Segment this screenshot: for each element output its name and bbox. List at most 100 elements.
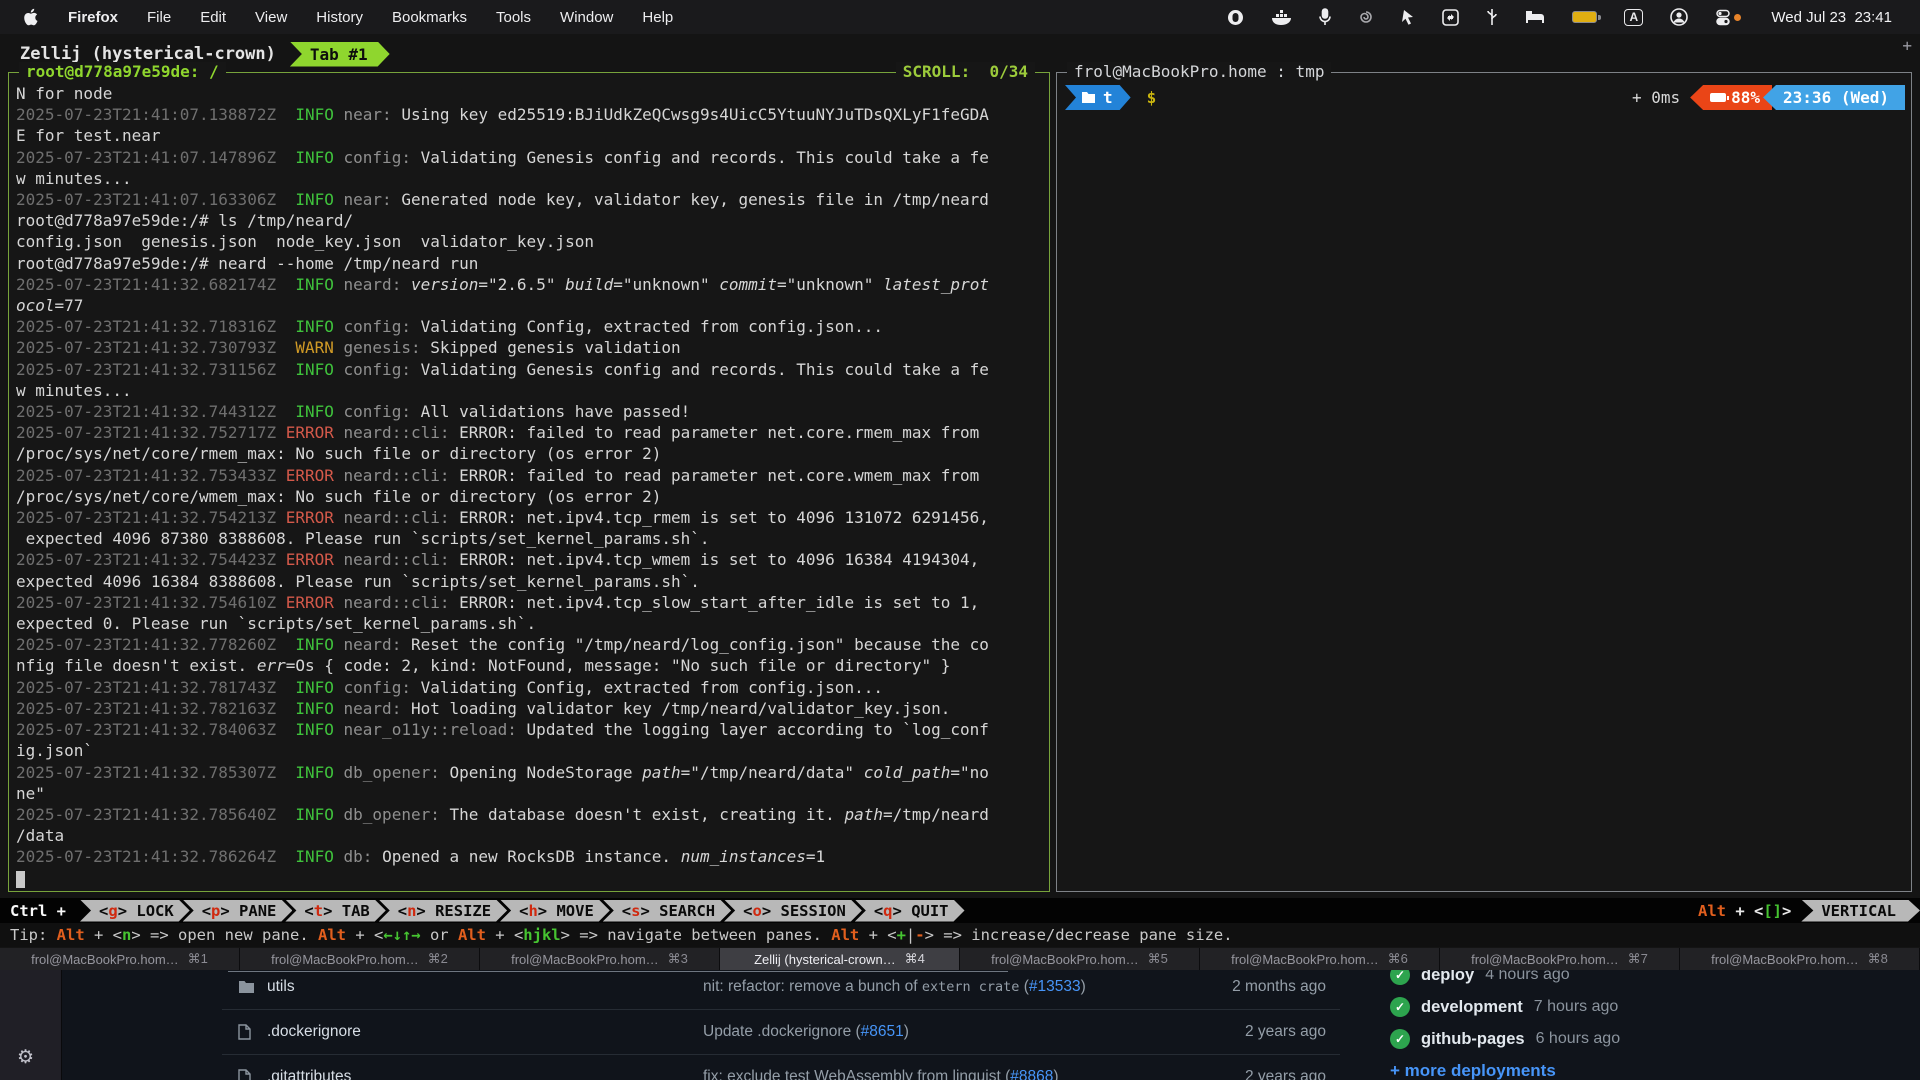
file-row-dockerignore[interactable]: .dockerignoreUpdate .dockerignore (#8651… [222, 1009, 1340, 1054]
terminal-tab-1[interactable]: frol@MacBookPro.hom…⌘1 [0, 948, 240, 970]
log-segment: INFO [295, 763, 334, 782]
log-segment: 2025-07-23T21:41:32.778260Z [16, 635, 295, 654]
log-segment: 2025-07-23T21:41:32.752717Z [16, 423, 286, 442]
file-icon [238, 1069, 255, 1080]
pr-link[interactable]: #8868 [1010, 1068, 1053, 1080]
terminal-tab-2[interactable]: frol@MacBookPro.hom…⌘2 [240, 948, 480, 970]
swirl-icon[interactable] [1358, 9, 1374, 25]
prompt-cwd: t [1103, 88, 1113, 107]
tab-label: frol@MacBookPro.hom… [31, 952, 179, 967]
macos-menu-bar: Firefox File Edit View History Bookmarks Tools… [0, 0, 1920, 34]
record-icon[interactable] [1227, 9, 1244, 26]
menu-item-edit[interactable]: Edit [200, 9, 226, 26]
deployment-row-development: ✓development7 hours ago [1390, 991, 1810, 1023]
log-segment: INFO [295, 699, 334, 718]
right-terminal-pane[interactable]: frol@MacBookPro.home : tmp t $ + 0ms 88%… [1056, 72, 1912, 892]
prompt-time: 23:36 (Wed) [1783, 88, 1889, 107]
toggle-icon[interactable] [1715, 9, 1741, 26]
log-segment: 2025-07-23T21:41:32.754610Z [16, 593, 286, 612]
log-segment: Validating Genesis config and records. T… [421, 148, 989, 167]
log-segment: 2025-07-23T21:41:07.163306Z [16, 190, 295, 209]
battery-segment: 88% [1690, 85, 1772, 110]
input-source-icon[interactable]: A [1624, 9, 1643, 26]
terminal-tab-6[interactable]: frol@MacBookPro.hom…⌘6 [1200, 948, 1440, 970]
bracket: < [202, 902, 211, 920]
menu-item-file[interactable]: File [147, 9, 171, 26]
terminal-tab-5[interactable]: frol@MacBookPro.hom…⌘5 [960, 948, 1200, 970]
deployment-name[interactable]: development [1421, 998, 1523, 1017]
zellij-tab-1[interactable]: Tab #1 [290, 42, 390, 67]
terminal-tab-7[interactable]: frol@MacBookPro.hom…⌘7 [1440, 948, 1680, 970]
left-pane-title: root@d778a97e59de: / [19, 62, 226, 81]
keybind-alt-hint: Alt + <[]> VERTICAL [1698, 900, 1920, 922]
file-name[interactable]: utils [267, 978, 567, 996]
keybind-session: <o> SESSION [724, 900, 862, 922]
log-line: nfig file doesn't exist. err=Os { code: … [16, 655, 1049, 676]
docker-icon[interactable] [1271, 9, 1292, 26]
log-segment: config: [334, 402, 421, 421]
log-segment: ERROR: net.ipv4.tcp_wmem is set to 4096 … [459, 550, 979, 569]
tip-segment: Tip: [10, 926, 57, 944]
new-tab-button[interactable]: + [1902, 34, 1912, 56]
apple-menu-icon[interactable] [24, 8, 42, 26]
file-row-gitattributes[interactable]: .gitattributesfix: exclude test WebAssem… [222, 1054, 1340, 1080]
log-segment: config: [334, 148, 421, 167]
menu-item-tools[interactable]: Tools [496, 9, 531, 26]
log-segment: neard::cli: [334, 466, 459, 485]
terminal-cursor [16, 871, 25, 888]
battery-icon[interactable] [1572, 11, 1597, 23]
check-circle-icon: ✓ [1390, 1029, 1410, 1049]
tip-segment: ←↓↑→ [383, 926, 420, 944]
tab-label: Zellij (hysterical-crown… [754, 952, 896, 967]
pr-link[interactable]: #8651 [861, 1023, 904, 1040]
log-line: /proc/sys/net/core/rmem_max: No such fil… [16, 443, 1049, 464]
screenshare-icon[interactable] [1442, 9, 1459, 26]
deployment-name[interactable]: github-pages [1421, 1030, 1525, 1049]
log-segment: near: [334, 105, 401, 124]
pointer-icon[interactable] [1401, 9, 1415, 26]
deployment-name[interactable]: deploy [1421, 970, 1474, 985]
terminal-tab-3[interactable]: frol@MacBookPro.hom…⌘3 [480, 948, 720, 970]
folder-icon [238, 980, 255, 994]
log-segment: expected 4096 87380 8388608. Please run … [16, 529, 710, 548]
file-name[interactable]: .dockerignore [267, 1023, 567, 1041]
log-line: 2025-07-23T21:41:32.786264Z INFO db: Ope… [16, 846, 1049, 867]
log-segment: 2025-07-23T21:41:32.731156Z [16, 360, 295, 379]
log-line: expected 0. Please run `scripts/set_kern… [16, 613, 1049, 634]
menu-item-view[interactable]: View [255, 9, 287, 26]
bed-icon[interactable] [1525, 10, 1545, 24]
account-icon[interactable] [1670, 8, 1688, 26]
branch-icon[interactable] [1486, 8, 1498, 26]
microphone-icon[interactable] [1319, 8, 1331, 26]
terminal-tab-4[interactable]: Zellij (hysterical-crown…⌘4 [720, 948, 960, 970]
log-segment: nfig file doesn't exist. [16, 656, 257, 675]
settings-gear-icon[interactable]: ⚙ [17, 1046, 34, 1069]
menu-item-bookmarks[interactable]: Bookmarks [392, 9, 467, 26]
log-line: 2025-07-23T21:41:32.785307Z INFO db_open… [16, 762, 1049, 783]
log-line: w minutes... [16, 168, 1049, 189]
pr-link[interactable]: #13533 [1029, 978, 1081, 995]
menu-item-app[interactable]: Firefox [68, 9, 118, 26]
deployment-age: 6 hours ago [1536, 1030, 1621, 1048]
menu-item-window[interactable]: Window [560, 9, 613, 26]
more-deployments-link[interactable]: + more deployments [1390, 1061, 1810, 1080]
log-line: E for test.near [16, 125, 1049, 146]
log-segment: root@d778a97e59de:/# ls /tmp/neard/ [16, 211, 353, 230]
menu-item-help[interactable]: Help [642, 9, 673, 26]
log-segment: E for test.near [16, 126, 161, 145]
tip-segment: - [915, 926, 924, 944]
message-text: ) [904, 1023, 909, 1040]
tab-label: frol@MacBookPro.hom… [991, 952, 1139, 967]
bracket: > [762, 902, 781, 920]
file-name[interactable]: .gitattributes [267, 1068, 567, 1080]
log-segment: ERROR: failed to read parameter net.core… [459, 466, 979, 485]
left-terminal-pane[interactable]: root@d778a97e59de: / SCROLL: 0/34 N for … [8, 72, 1050, 892]
log-segment: WARN [295, 338, 334, 357]
log-segment: INFO [295, 360, 334, 379]
menu-bar-clock[interactable]: Wed Jul 23 23:41 [1771, 9, 1892, 26]
tab-label: frol@MacBookPro.hom… [271, 952, 419, 967]
terminal-tab-8[interactable]: frol@MacBookPro.hom…⌘8 [1680, 948, 1920, 970]
menu-item-history[interactable]: History [316, 9, 363, 26]
file-row-utils[interactable]: utilsnit: refactor: remove a bunch of ex… [222, 970, 1340, 1009]
log-line: ocol=77 [16, 295, 1049, 316]
